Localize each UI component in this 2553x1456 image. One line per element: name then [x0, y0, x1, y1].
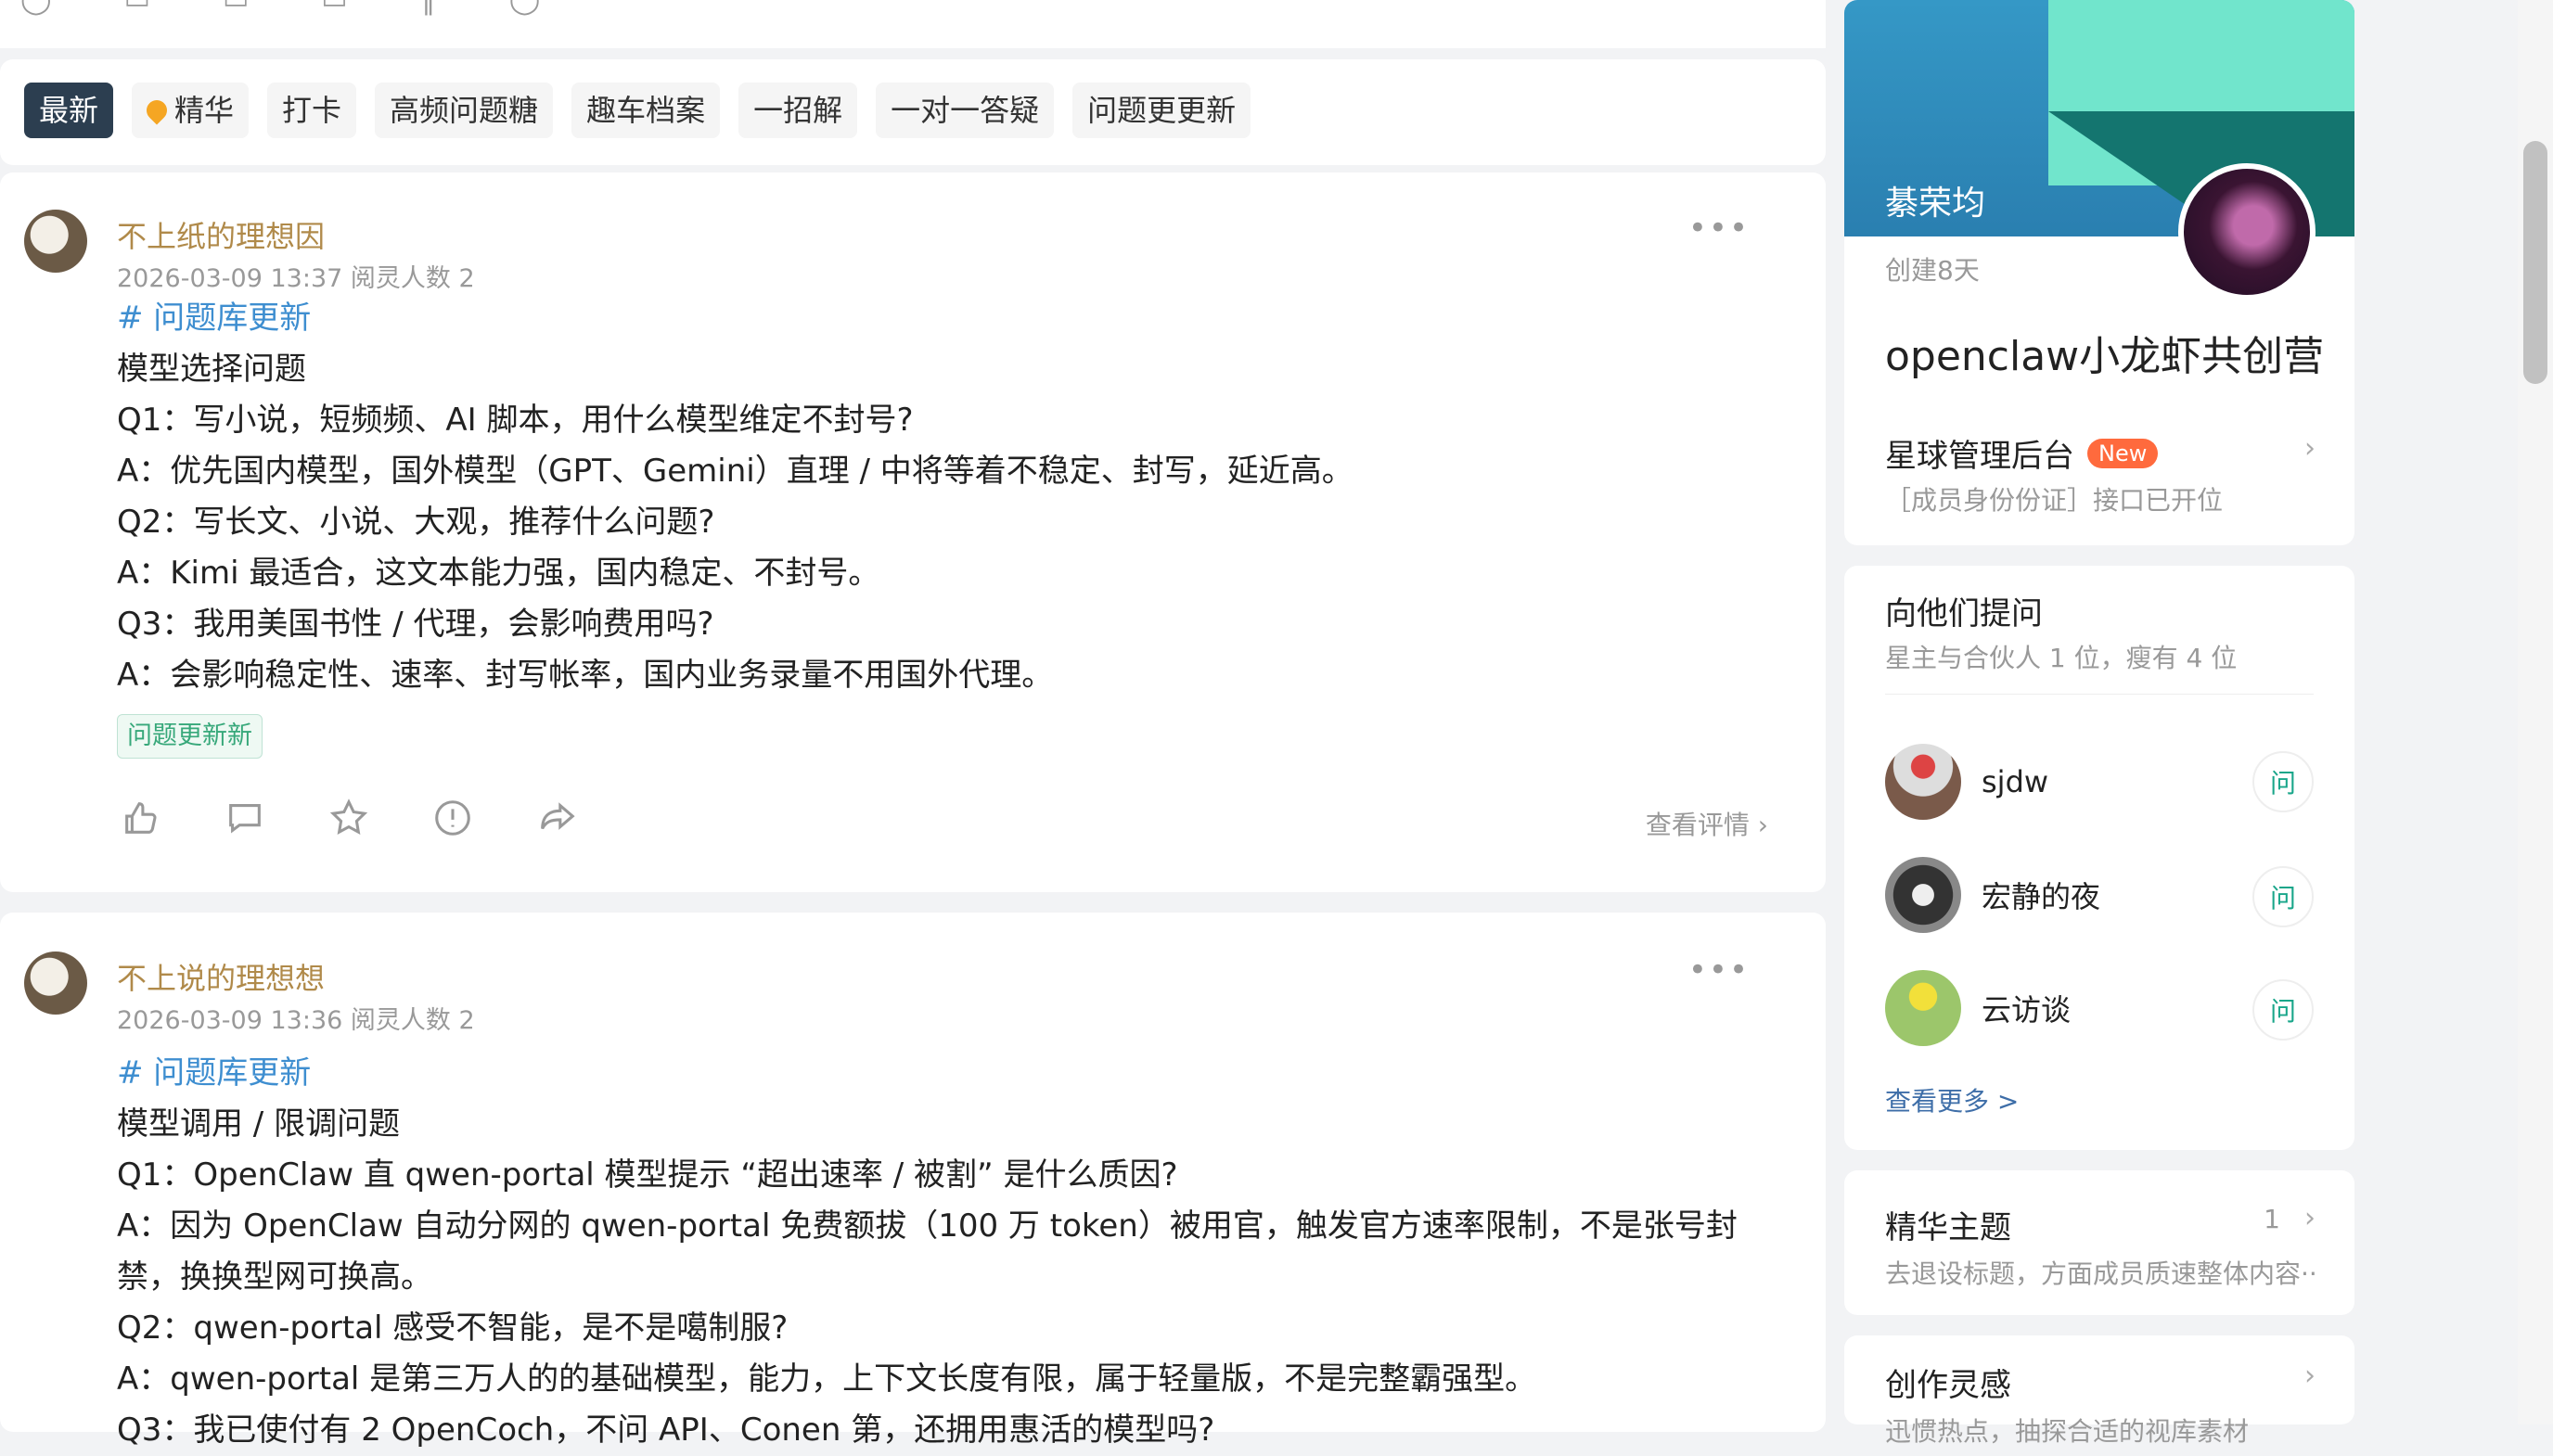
post-line: Q1：写小说，短频频、AI 脚本，用什么模型维定不封号?	[117, 402, 914, 439]
admin-subtitle: ［成员身份份证］接口已开位	[1885, 485, 2224, 516]
tab-checkin[interactable]: 打卡	[267, 83, 357, 138]
post-line: Q2：写长文、小说、大观，推荐什么问题?	[117, 504, 715, 541]
post-line: A：会影响稳定性、速率、封写帐率，国内业务录量不用国外代理。	[117, 657, 1054, 694]
tab-faq[interactable]: 高频问题糖	[375, 83, 554, 138]
inspiration-desc: 迅惯热点，抽探合适的视库素材	[1885, 1416, 2250, 1447]
share-icon[interactable]	[532, 794, 581, 842]
post-author[interactable]: 不上纸的理想因	[117, 213, 325, 256]
tab-tips[interactable]: 一招解	[738, 83, 858, 138]
list-item[interactable]: 云访谈	[1885, 970, 2071, 1046]
avatar	[1885, 744, 1961, 820]
star-icon[interactable]	[325, 794, 373, 842]
post-line: Q3：我用美国书性 / 代理，会影响费用吗?	[117, 606, 714, 643]
tab-archive[interactable]: 趣车档案	[571, 83, 721, 138]
gem-icon	[142, 96, 172, 125]
ask-subtitle: 星主与合伙人 1 位，瘦有 4 位	[1885, 643, 2238, 673]
file-icon[interactable]: ▭	[223, 0, 249, 16]
list-item[interactable]: sjdw	[1885, 744, 2048, 820]
post-line: 模型选择问题	[117, 351, 306, 388]
report-icon[interactable]	[429, 794, 477, 842]
more-options-icon[interactable]: •••	[1688, 952, 1750, 989]
post-line: A：Kimi 最适合，这文本能力强，国内稳定、不封号。	[117, 555, 880, 592]
doc-icon[interactable]: ▭	[321, 0, 347, 16]
post-author[interactable]: 不上说的理想想	[117, 955, 325, 998]
featured-card[interactable]: 精华主题 1 › 去退设标题，方面成员质速整体内容··	[1844, 1170, 2354, 1315]
more-options-icon[interactable]: •••	[1688, 210, 1750, 247]
post-line: A：优先国内模型，国外模型（GPT、Gemini）直理 / 中将等着不稳定、封写…	[117, 453, 1353, 490]
info-icon[interactable]: ◯	[20, 0, 52, 16]
post-hashtag[interactable]: # 问题库更新	[117, 1048, 1777, 1099]
ask-button[interactable]: 问	[2252, 866, 2314, 927]
see-more-link[interactable]: 查看更多 >	[1885, 1081, 2019, 1118]
post-card: 不上纸的理想因 2026-03-09 13:37 阅灵人数 2 ••• # 问题…	[0, 172, 1826, 892]
view-details-link[interactable]: 查看评情 ›	[1646, 805, 1768, 842]
post-line: A：因为 OpenClaw 自动分网的 qwen-portal 免费额拔（100…	[117, 1207, 1738, 1296]
tab-updates[interactable]: 问题更更新	[1072, 83, 1251, 138]
post-meta: 2026-03-09 13:36 阅灵人数 2	[117, 1006, 475, 1035]
featured-count: 1	[2264, 1204, 2280, 1234]
tab-latest[interactable]: 最新	[24, 83, 114, 138]
post-meta: 2026-03-09 13:37 阅灵人数 2	[117, 264, 475, 293]
new-badge: New	[2087, 438, 2159, 468]
post-line: A：qwen-portal 是第三万人的的基础模型，能力，上下文长度有限，属于轻…	[117, 1360, 1537, 1398]
community-card: 綦荣均 创建8天 openclaw小龙虾共创营 星球管理后台 New › ［成员…	[1844, 0, 2354, 545]
post-body: # 问题库更新 模型调用 / 限调问题 Q1：OpenClaw 直 qwen-p…	[117, 1048, 1777, 1456]
post-body: # 问题库更新 模型选择问题 Q1：写小说，短频频、AI 脚本，用什么模型维定不…	[117, 293, 1768, 760]
filter-tabs-bar: 最新 精华 打卡 高频问题糖 趣车档案 一招解 一对一答疑 问题更更新	[0, 59, 1826, 165]
post-tag[interactable]: 问题更新新	[117, 714, 263, 759]
community-name: openclaw小龙虾共创营	[1885, 333, 2325, 380]
post-line: Q1：OpenClaw 直 qwen-portal 模型提示 “超出速率 / 被…	[117, 1156, 1178, 1194]
comment-icon[interactable]	[221, 794, 269, 842]
avatar	[1885, 857, 1961, 933]
toolbar-icons: ◯ ▭ ▭ ▭ ╫ ◯	[20, 0, 540, 16]
chevron-right-icon[interactable]: ›	[2304, 432, 2316, 465]
post-line: Q3：我已使付有 2 OpenCoch，不问 API、Conen 第，还拥用惠活…	[117, 1411, 1215, 1449]
avatar[interactable]	[24, 210, 87, 273]
ask-button[interactable]: 问	[2252, 751, 2314, 812]
tab-featured[interactable]: 精华	[132, 83, 250, 138]
post-actions	[117, 794, 581, 842]
image-icon[interactable]: ▭	[124, 0, 150, 16]
inspiration-card[interactable]: 创作灵感 › 迅惯热点，抽探合适的视库素材	[1844, 1335, 2354, 1447]
question-icon[interactable]: ◯	[509, 0, 541, 16]
community-avatar[interactable]	[2178, 163, 2316, 300]
inspiration-title: 创作灵感	[1885, 1367, 2011, 1404]
scrollbar-thumb[interactable]	[2523, 141, 2547, 384]
ask-button[interactable]: 问	[2252, 979, 2314, 1041]
admin-link[interactable]: 星球管理后台 New	[1885, 430, 2159, 476]
post-line: 模型调用 / 限调问题	[117, 1105, 401, 1143]
list-item[interactable]: 宏静的夜	[1885, 857, 2100, 933]
avatar	[1885, 970, 1961, 1046]
chevron-right-icon[interactable]: ›	[2304, 1202, 2316, 1234]
like-icon[interactable]	[117, 794, 165, 842]
owner-name: 綦荣均	[1885, 185, 1986, 223]
tab-qa[interactable]: 一对一答疑	[876, 83, 1055, 138]
created-days: 创建8天	[1885, 255, 1980, 286]
divider	[1885, 694, 2314, 695]
featured-desc: 去退设标题，方面成员质速整体内容··	[1885, 1258, 2317, 1289]
featured-title: 精华主题	[1885, 1209, 2011, 1246]
chevron-right-icon[interactable]: ›	[2304, 1360, 2316, 1392]
top-toolbar: ◯ ▭ ▭ ▭ ╫ ◯	[0, 0, 1826, 48]
post-hashtag[interactable]: # 问题库更新	[117, 293, 1768, 344]
post-line: Q2：qwen-portal 感受不智能，是不是噶制服?	[117, 1309, 789, 1347]
avatar[interactable]	[24, 952, 87, 1015]
scrollbar[interactable]	[2518, 0, 2553, 1424]
chart-icon[interactable]: ╫	[420, 0, 437, 16]
ask-card: 向他们提问 星主与合伙人 1 位，瘦有 4 位 sjdw 问 宏静的夜 问 云访…	[1844, 566, 2354, 1150]
ask-title: 向他们提问	[1885, 595, 2043, 632]
post-card: 不上说的理想想 2026-03-09 13:36 阅灵人数 2 ••• # 问题…	[0, 913, 1826, 1449]
